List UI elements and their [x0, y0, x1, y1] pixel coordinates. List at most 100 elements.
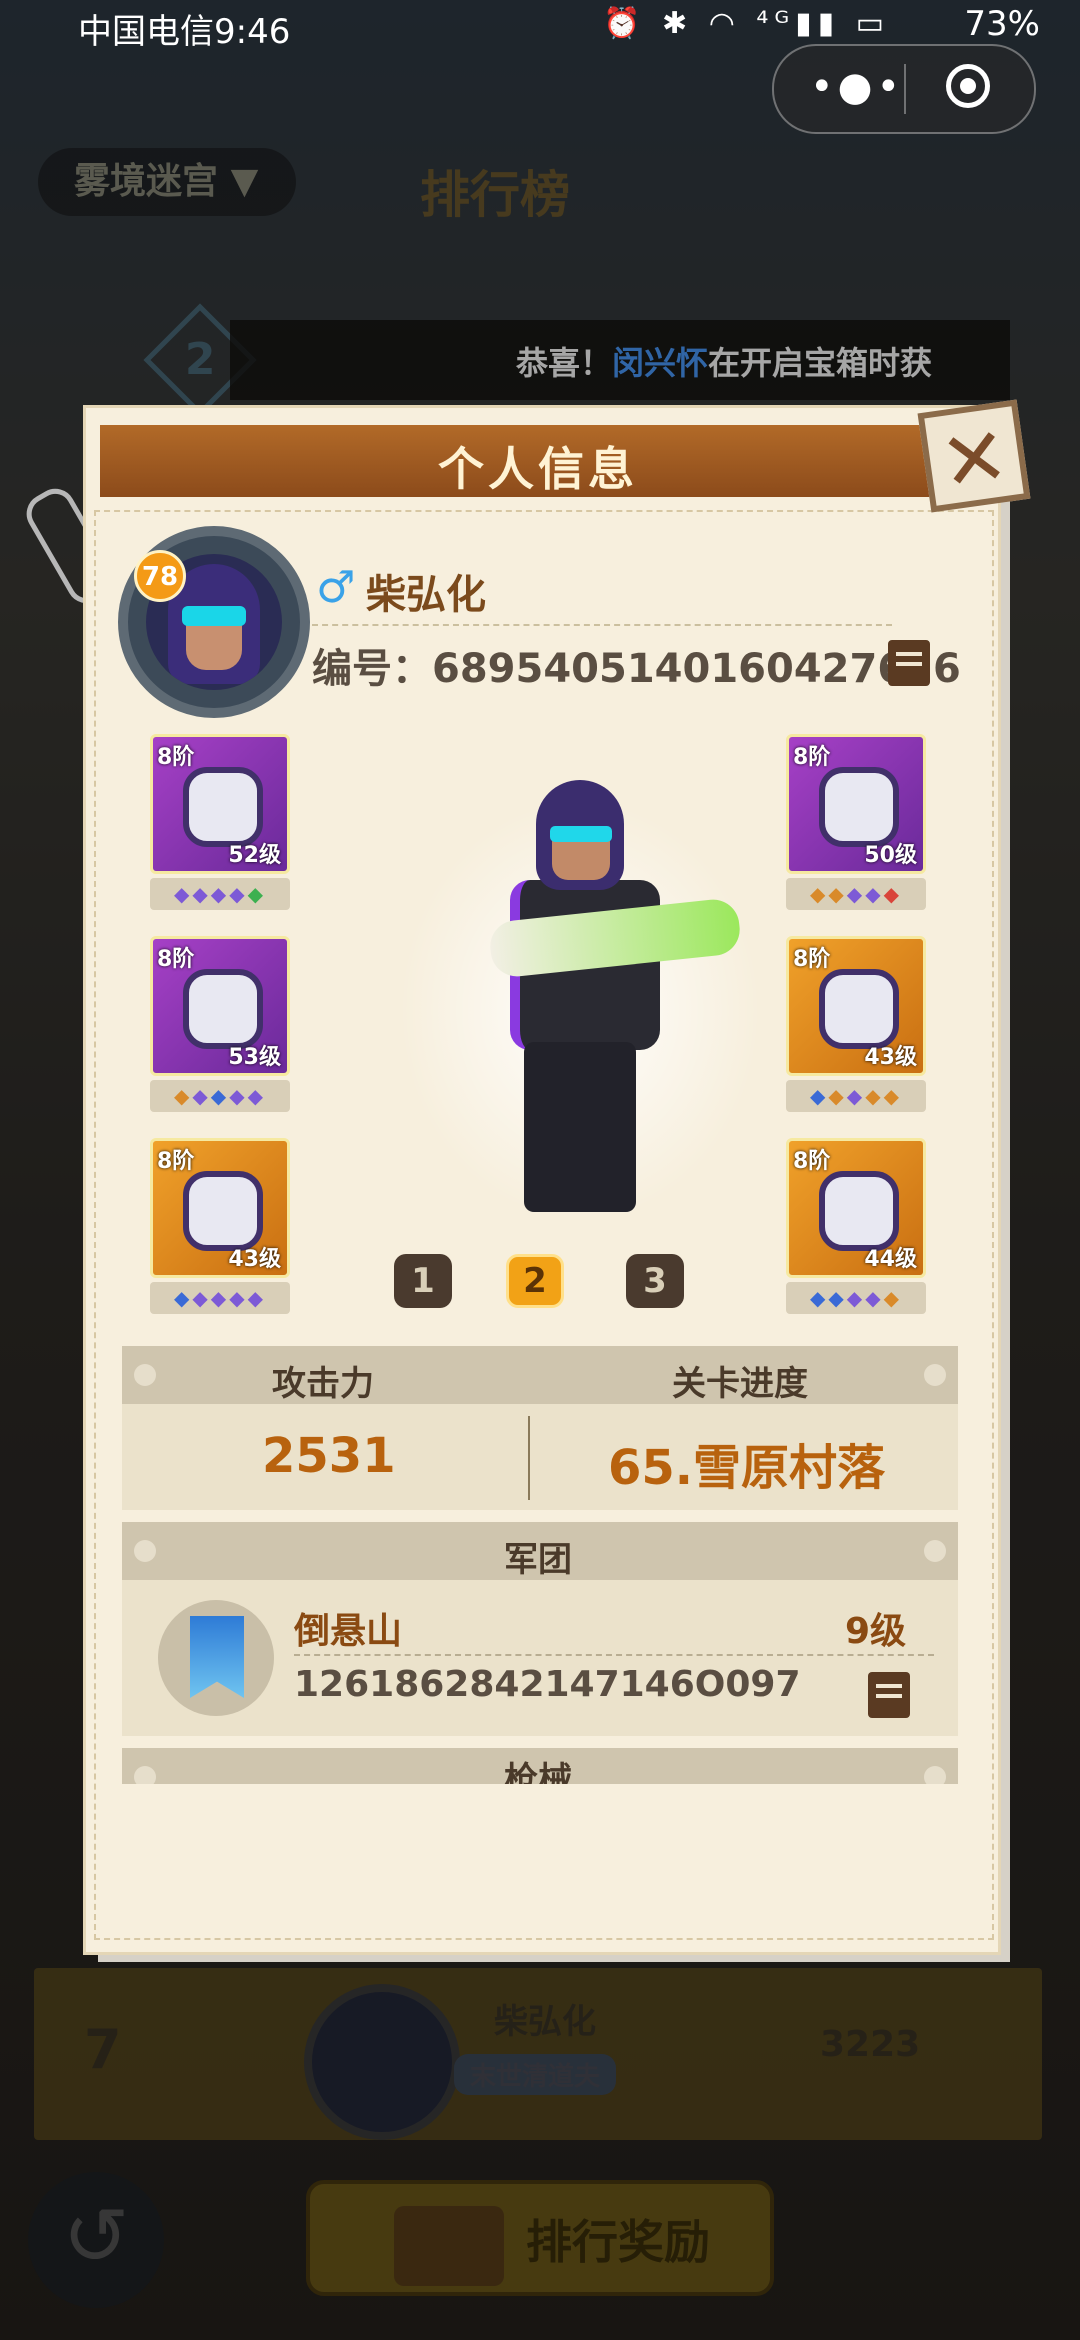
- pin-icon: [924, 1364, 946, 1386]
- character-visor: [550, 826, 612, 842]
- equipment-level: 50级: [864, 843, 917, 868]
- equipment-slot-gloves[interactable]: 8阶 44级: [786, 1138, 926, 1278]
- weapon-header: 枪械: [122, 1748, 958, 1784]
- card-title: 个人信息: [438, 442, 638, 496]
- gem-icon: ◆: [192, 1084, 211, 1108]
- gem-icon: ◆: [810, 882, 829, 906]
- level-badge: 78: [134, 550, 186, 602]
- gem-icon: ◆: [828, 882, 847, 906]
- gem-icon: ◆: [865, 1084, 884, 1108]
- equipment-level: 43级: [228, 1247, 281, 1272]
- carrier-time: 中国电信9:46: [78, 12, 291, 52]
- weapon-label: 枪械: [504, 1760, 572, 1784]
- miniprogram-capsule: •●•: [772, 44, 1036, 134]
- gem-row: ◆◆◆◆◆: [786, 878, 926, 910]
- equipment-slot-helmet[interactable]: 8阶 52级: [150, 734, 290, 874]
- equipment-tier: 8阶: [793, 947, 831, 972]
- gem-icon: ◆: [883, 882, 902, 906]
- helmet-icon: [183, 767, 263, 847]
- page-button-2[interactable]: 2: [506, 1254, 564, 1308]
- character-legs: [524, 1042, 636, 1212]
- gem-icon: ◆: [192, 1286, 211, 1310]
- gem-icon: ◆: [229, 1286, 248, 1310]
- close-button[interactable]: ✕: [917, 399, 1031, 513]
- gem-icon: ◆: [210, 1286, 230, 1310]
- equipment-level: 52级: [228, 843, 281, 868]
- gem-icon: ◆: [846, 882, 866, 906]
- legion-name: 倒悬山: [294, 1611, 403, 1652]
- card-header: 个人信息: [100, 425, 976, 497]
- gem-icon: ◆: [810, 1084, 829, 1108]
- shoulder-icon: [819, 767, 899, 847]
- equipment-tier: 8阶: [793, 1149, 831, 1174]
- legion-flag-icon: [158, 1600, 274, 1716]
- close-miniprogram-icon[interactable]: [946, 64, 990, 108]
- capsule-divider: [904, 64, 906, 114]
- battery-percent: 73%: [964, 4, 1040, 44]
- copy-id-button[interactable]: [888, 640, 930, 686]
- gem-icon: ◆: [865, 1286, 884, 1310]
- gloves-icon: [819, 1171, 899, 1251]
- divider: [312, 624, 892, 626]
- id-label: 编号：: [312, 646, 432, 692]
- equipment-slot-legs[interactable]: 8阶 43级: [786, 936, 926, 1076]
- pin-icon: [134, 1766, 156, 1784]
- gem-icon: ◆: [247, 1084, 266, 1108]
- legion-id: 1261862842147146O097: [294, 1664, 801, 1705]
- equipment-slot-armor[interactable]: 8阶 53级: [150, 936, 290, 1076]
- gem-icon: ◆: [846, 1084, 866, 1108]
- gem-icon: ◆: [174, 1286, 193, 1310]
- gem-icon: ◆: [883, 1286, 902, 1310]
- equipment-level: 43级: [864, 1045, 917, 1070]
- gem-row: ◆◆◆◆◆: [786, 1282, 926, 1314]
- gem-row: ◆◆◆◆◆: [150, 1282, 290, 1314]
- equipment-tier: 8阶: [157, 745, 195, 770]
- gem-icon: ◆: [229, 882, 248, 906]
- more-icon[interactable]: •●•: [810, 64, 904, 110]
- progress-value: 65.雪原村落: [608, 1440, 886, 1496]
- gem-icon: ◆: [210, 882, 230, 906]
- avatar-visor: [182, 606, 246, 626]
- gem-icon: ◆: [229, 1084, 248, 1108]
- gem-row: ◆◆◆◆◆: [150, 1080, 290, 1112]
- player-id-row: 编号：6895405140160427626: [312, 636, 961, 694]
- close-icon: ✕: [934, 408, 1015, 511]
- pin-icon: [134, 1364, 156, 1386]
- stats-header: 攻击力 关卡进度: [122, 1346, 958, 1404]
- attack-label: 攻击力: [272, 1364, 374, 1404]
- gem-icon: ◆: [247, 882, 266, 906]
- pin-icon: [924, 1766, 946, 1784]
- gem-icon: ◆: [247, 1286, 266, 1310]
- legion-info[interactable]: 倒悬山 9级 1261862842147146O097: [122, 1580, 958, 1736]
- status-icons: ⏰ ✱ ◠ ⁴ᴳ▮▮ ▭: [603, 6, 890, 41]
- progress-label: 关卡进度: [672, 1364, 808, 1404]
- gem-icon: ◆: [846, 1286, 866, 1310]
- equipment-level: 44级: [864, 1247, 917, 1272]
- player-name: 柴弘化: [366, 572, 486, 618]
- copy-legion-id-button[interactable]: [868, 1672, 910, 1718]
- legs-icon: [819, 969, 899, 1049]
- male-icon: ♂: [316, 562, 356, 613]
- page-button-3[interactable]: 3: [626, 1254, 684, 1308]
- gem-icon: ◆: [174, 882, 193, 906]
- equipment-level: 53级: [228, 1045, 281, 1070]
- boots-icon: [183, 1171, 263, 1251]
- equipment-slot-shoulder[interactable]: 8阶 50级: [786, 734, 926, 874]
- id-value: 6895405140160427626: [432, 646, 961, 692]
- gem-icon: ◆: [828, 1286, 847, 1310]
- gem-icon: ◆: [210, 1084, 230, 1108]
- gem-icon: ◆: [174, 1084, 193, 1108]
- equipment-slot-boots[interactable]: 8阶 43级: [150, 1138, 290, 1278]
- armor-icon: [183, 969, 263, 1049]
- gem-icon: ◆: [192, 882, 211, 906]
- equipment-tier: 8阶: [157, 947, 195, 972]
- gem-icon: ◆: [810, 1286, 829, 1310]
- gem-row: ◆◆◆◆◆: [150, 878, 290, 910]
- page-button-1[interactable]: 1: [394, 1254, 452, 1308]
- legion-header: 军团: [122, 1522, 958, 1580]
- legion-level: 9级: [844, 1611, 906, 1652]
- character-body: [510, 780, 660, 1220]
- equipment-tier: 8阶: [793, 745, 831, 770]
- gem-icon: ◆: [883, 1084, 902, 1108]
- divider: [528, 1416, 530, 1500]
